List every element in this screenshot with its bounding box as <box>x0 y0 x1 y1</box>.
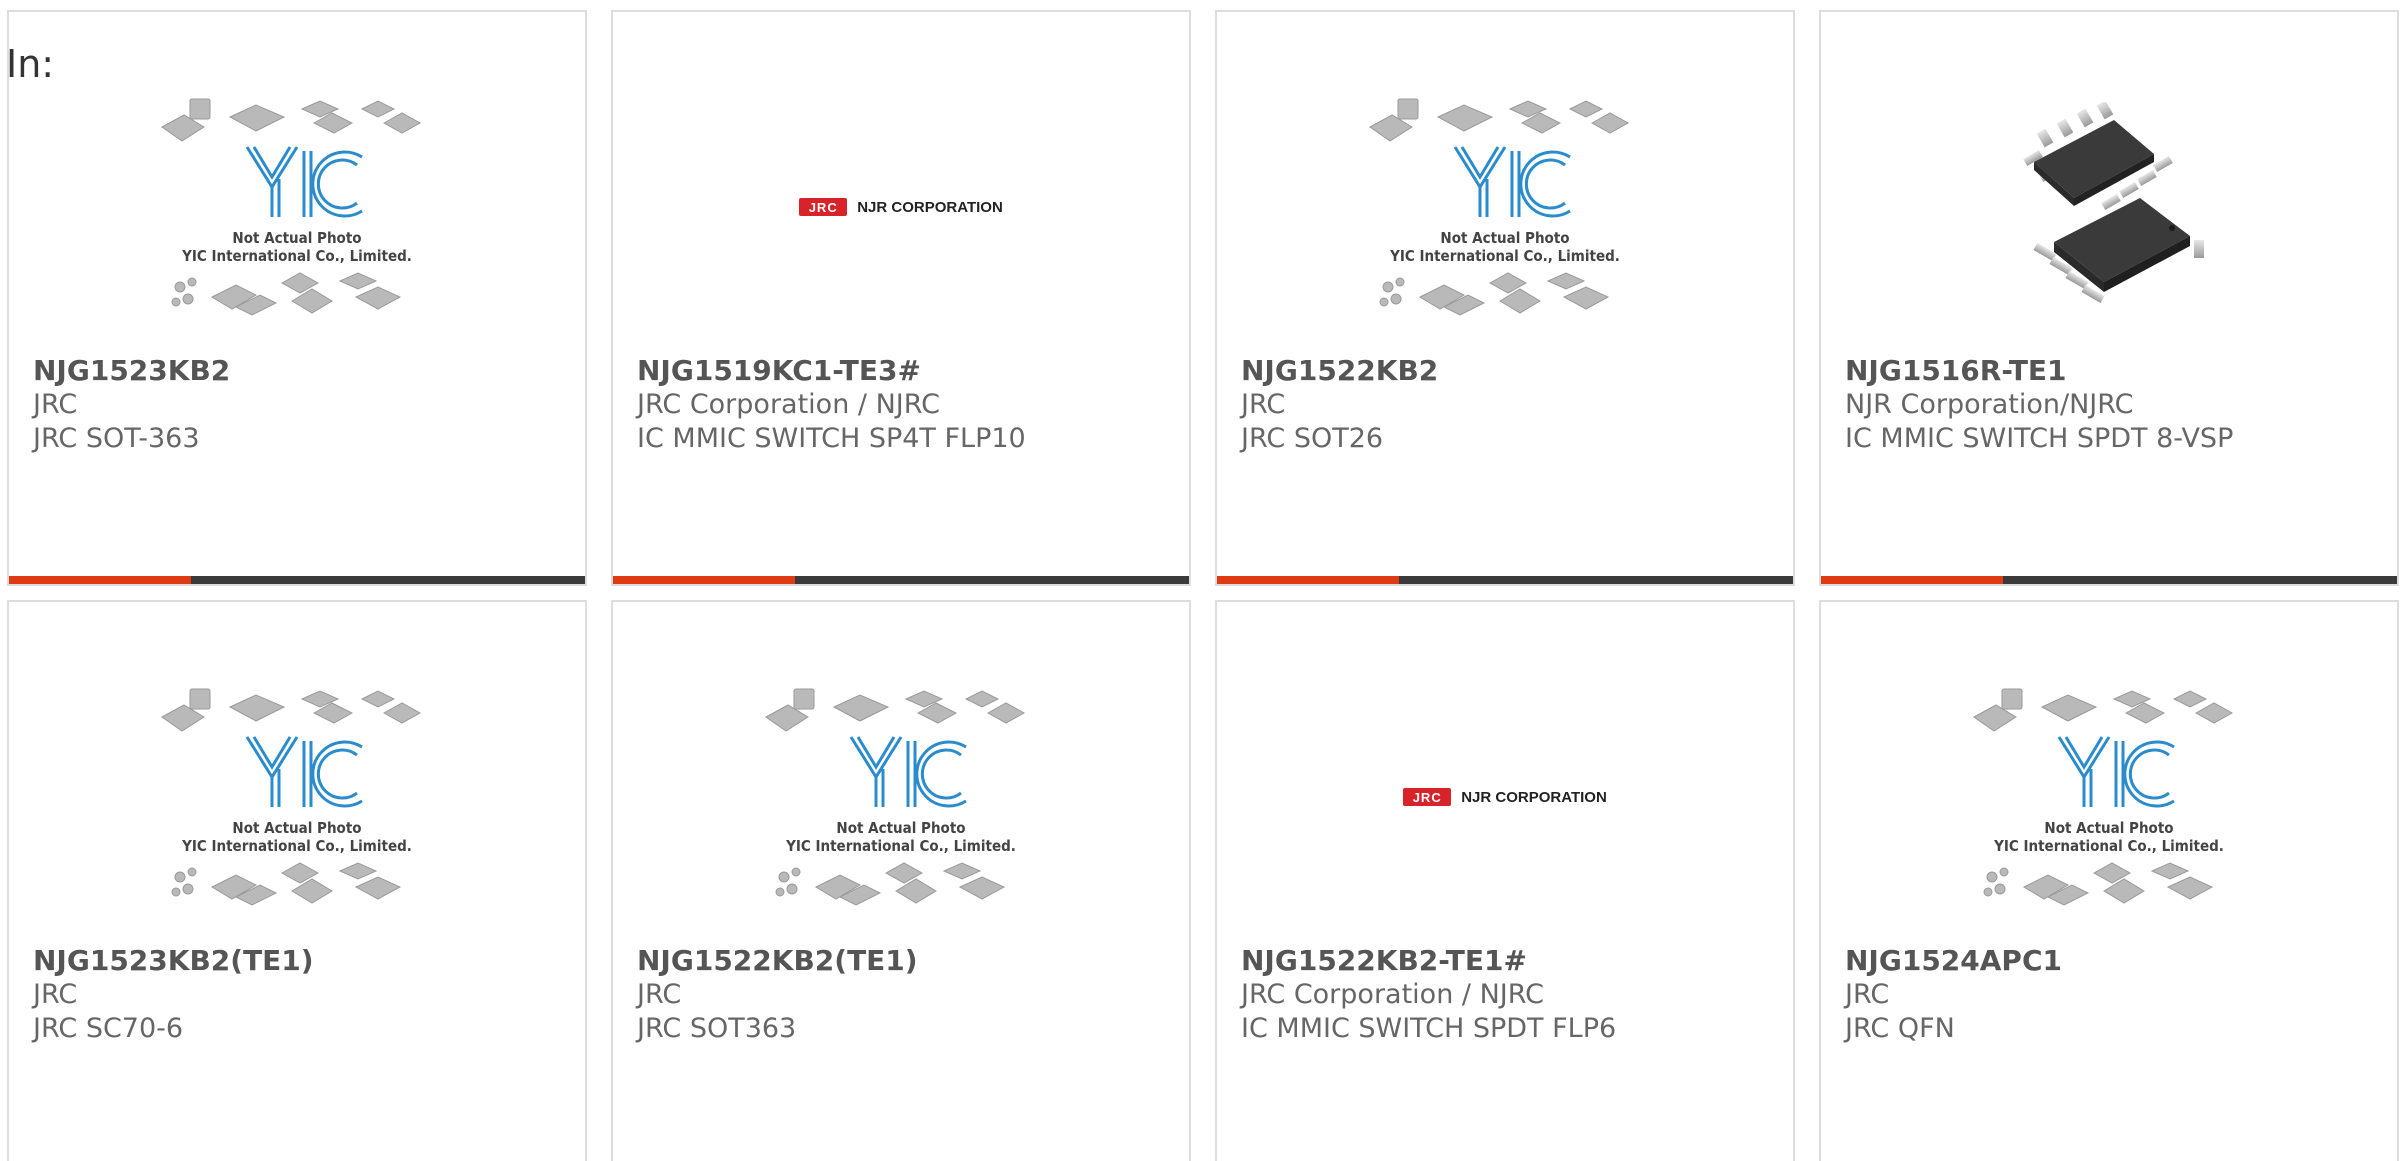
product-description: JRC SC70-6 <box>33 1013 184 1044</box>
card-accent-bar <box>9 576 191 584</box>
product-card[interactable]: Not Actual Photo YIC International Co., … <box>1819 600 2399 1161</box>
card-bottom-bar <box>1217 576 1793 584</box>
product-image[interactable]: Not Actual Photo YIC International Co., … <box>9 62 585 352</box>
product-info: NJG1522KB2(TE1) JRC JRC SOT363 <box>637 944 1179 1046</box>
placeholder-line2: YIC International Co., Limited. <box>785 837 1016 855</box>
product-image[interactable]: JRC NJR CORPORATION <box>1217 652 1793 942</box>
product-description: JRC SOT26 <box>1241 423 1384 454</box>
card-bottom-bar <box>9 576 585 584</box>
manufacturer-name: JRC <box>33 979 78 1010</box>
njr-logo-text: NJR CORPORATION <box>1461 788 1607 806</box>
manufacturer-name: JRC Corporation / NJRC <box>637 389 940 420</box>
product-info: NJG1522KB2-TE1# JRC Corporation / NJRC IC … <box>1241 944 1783 1046</box>
product-card[interactable]: JRC NJR CORPORATION NJG1522KB2-TE1# JRC C… <box>1215 600 1795 1161</box>
part-number-link[interactable]: NJG1516R-TE1 <box>1845 354 2387 388</box>
part-number-link[interactable]: NJG1522KB2-TE1# <box>1241 944 1783 978</box>
product-card[interactable]: Not Actual Photo YIC International Co., … <box>7 600 587 1161</box>
yic-placeholder-image: Not Actual Photo YIC International Co., … <box>1973 688 2234 906</box>
placeholder-line2: YIC International Co., Limited. <box>1389 247 1620 265</box>
placeholder-line2: YIC International Co., Limited. <box>1993 837 2224 855</box>
yic-placeholder-image: Not Actual Photo YIC International Co., … <box>161 98 422 316</box>
yic-placeholder-image: Not Actual Photo YIC International Co., … <box>161 688 422 906</box>
placeholder-line1: Not Actual Photo <box>1440 229 1569 247</box>
jrc-badge: JRC <box>799 198 848 216</box>
product-description: IC MMIC SWITCH SPDT 8-VSP <box>1845 423 2234 454</box>
card-bottom-bar <box>613 576 1189 584</box>
product-info: NJG1523KB2 JRC JRC SOT-363 <box>33 354 575 456</box>
product-info: NJG1522KB2 JRC JRC SOT26 <box>1241 354 1783 456</box>
part-number-link[interactable]: NJG1523KB2(TE1) <box>33 944 575 978</box>
product-info: NJG1523KB2(TE1) JRC JRC SC70-6 <box>33 944 575 1046</box>
manufacturer-name: JRC <box>1845 979 1890 1010</box>
product-image[interactable]: Not Actual Photo YIC International Co., … <box>1821 652 2397 942</box>
product-description: IC MMIC SWITCH SP4T FLP10 <box>637 423 1026 454</box>
product-image[interactable] <box>1821 62 2397 352</box>
njr-corporation-logo: JRC NJR CORPORATION <box>1403 788 1607 806</box>
in-label: In: <box>6 42 55 86</box>
part-number-link[interactable]: NJG1522KB2 <box>1241 354 1783 388</box>
placeholder-line2: YIC International Co., Limited. <box>181 247 412 265</box>
placeholder-line1: Not Actual Photo <box>232 229 361 247</box>
product-info: NJG1524APC1 JRC JRC QFN <box>1845 944 2387 1046</box>
part-number-link[interactable]: NJG1524APC1 <box>1845 944 2387 978</box>
manufacturer-name: JRC Corporation / NJRC <box>1241 979 1544 1010</box>
product-card[interactable]: Not Actual Photo YIC International Co., … <box>1215 10 1795 586</box>
placeholder-line2: YIC International Co., Limited. <box>181 837 412 855</box>
product-card[interactable]: Not Actual Photo YIC International Co., … <box>611 600 1191 1161</box>
jrc-badge: JRC <box>1403 788 1452 806</box>
manufacturer-name: JRC <box>637 979 682 1010</box>
part-number-link[interactable]: NJG1519KC1-TE3# <box>637 354 1179 388</box>
card-accent-bar <box>1821 576 2003 584</box>
product-card[interactable]: JRC NJR CORPORATION NJG1519KC1-TE3# JRC C… <box>611 10 1191 586</box>
product-card[interactable]: NJG1516R-TE1 NJR Corporation/NJRC IC MMIC … <box>1819 10 2399 586</box>
part-number-link[interactable]: NJG1522KB2(TE1) <box>637 944 1179 978</box>
product-description: IC MMIC SWITCH SPDT FLP6 <box>1241 1013 1617 1044</box>
card-accent-bar <box>613 576 795 584</box>
yic-placeholder-image: Not Actual Photo YIC International Co., … <box>1369 98 1630 316</box>
card-bottom-bar <box>1821 576 2397 584</box>
product-image[interactable]: Not Actual Photo YIC International Co., … <box>613 652 1189 942</box>
chip-photo-image <box>2023 102 2204 303</box>
yic-placeholder-image: Not Actual Photo YIC International Co., … <box>765 688 1026 906</box>
manufacturer-name: JRC <box>1241 389 1286 420</box>
njr-logo-text: NJR CORPORATION <box>857 198 1003 216</box>
product-description: JRC SOT-363 <box>33 423 200 454</box>
product-description: JRC SOT363 <box>637 1013 797 1044</box>
manufacturer-name: NJR Corporation/NJRC <box>1845 389 2134 420</box>
product-info: NJG1519KC1-TE3# JRC Corporation / NJRC IC … <box>637 354 1179 456</box>
part-number-link[interactable]: NJG1523KB2 <box>33 354 575 388</box>
product-card[interactable]: Not Actual Photo YIC International Co., … <box>7 10 587 586</box>
product-listing-page: In: Not Actual Photo YIC International C… <box>0 0 2400 1161</box>
manufacturer-name: JRC <box>33 389 78 420</box>
product-image[interactable]: Not Actual Photo YIC International Co., … <box>1217 62 1793 352</box>
product-image[interactable]: Not Actual Photo YIC International Co., … <box>9 652 585 942</box>
placeholder-line1: Not Actual Photo <box>836 819 965 837</box>
njr-corporation-logo: JRC NJR CORPORATION <box>799 198 1003 216</box>
card-accent-bar <box>1217 576 1399 584</box>
placeholder-line1: Not Actual Photo <box>2044 819 2173 837</box>
product-image[interactable]: JRC NJR CORPORATION <box>613 62 1189 352</box>
product-grid: Not Actual Photo YIC International Co., … <box>7 10 2400 1161</box>
product-info: NJG1516R-TE1 NJR Corporation/NJRC IC MMIC … <box>1845 354 2387 456</box>
placeholder-line1: Not Actual Photo <box>232 819 361 837</box>
product-description: JRC QFN <box>1845 1013 1955 1044</box>
